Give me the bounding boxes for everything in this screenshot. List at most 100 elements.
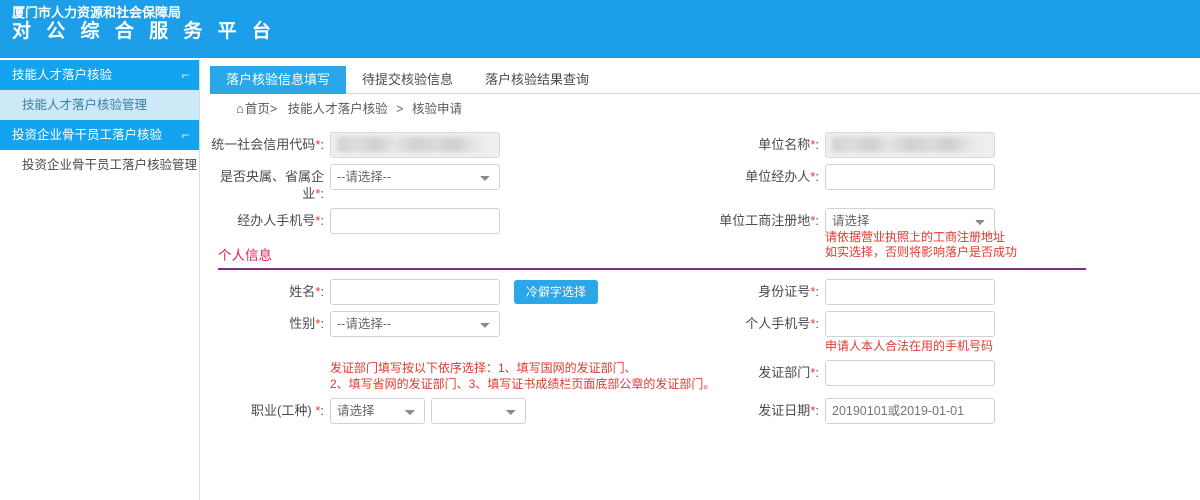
form-row: 性别*: --请选择-- 个人手机号*: 申请人本人合法在用的手机号码 xyxy=(210,311,1200,360)
home-icon: ⌂ xyxy=(236,101,244,116)
field-label: 性别*: xyxy=(210,311,330,332)
field-operator-mobile: 经办人手机号*: xyxy=(210,208,705,240)
field-label: 是否央属、省属企业*: xyxy=(210,164,330,202)
field-control: 冷僻字选择 xyxy=(330,279,705,305)
field-occupation: 职业(工种) *: 请选择 xyxy=(210,398,705,430)
required-mark: * xyxy=(810,403,815,418)
required-mark: * xyxy=(810,169,815,184)
label-text: 单位经办人 xyxy=(745,169,810,184)
label-text: 姓名 xyxy=(289,284,315,299)
field-label: 身份证号*: xyxy=(705,279,825,300)
unit-name-input[interactable] xyxy=(825,132,995,158)
main-content: 落户核验信息填写 待提交核验信息 落户核验结果查询 ⌂首页> 技能人才落户核验 … xyxy=(200,58,1200,500)
required-mark: * xyxy=(315,316,320,331)
section-divider xyxy=(218,268,1086,270)
form-row: 是否央属、省属企业*: --请选择-- 单位经办人*: xyxy=(210,164,1200,208)
field-name: 姓名*: 冷僻字选择 xyxy=(210,279,705,311)
required-mark: * xyxy=(810,137,815,152)
field-unit-name: 单位名称*: xyxy=(705,132,1200,164)
field-gender: 性别*: --请选择-- xyxy=(210,311,705,360)
field-label-spacer xyxy=(210,360,330,381)
label-text: 职业(工种) xyxy=(251,403,315,418)
required-mark: * xyxy=(315,137,320,152)
field-control: --请选择-- xyxy=(330,311,705,337)
breadcrumb-level2[interactable]: 技能人才落户核验 xyxy=(288,102,388,116)
required-mark: * xyxy=(810,213,815,228)
tab-label: 待提交核验信息 xyxy=(362,72,453,87)
label-text: 经办人手机号 xyxy=(237,213,315,228)
sidebar-item-label: 技能人才落户核验管理 xyxy=(22,98,147,112)
field-label: 发证日期*: xyxy=(705,398,825,419)
label-text: 性别 xyxy=(289,316,315,331)
field-unit-credit-code: 统一社会信用代码*: xyxy=(210,132,705,164)
field-control xyxy=(825,132,1200,158)
tab-pending-submission[interactable]: 待提交核验信息 xyxy=(346,66,469,94)
breadcrumb-level3: 核验申请 xyxy=(412,102,462,116)
field-control: 请选择 xyxy=(330,398,705,424)
section-personal-info: 个人信息 xyxy=(210,244,1200,270)
is-central-provincial-select[interactable]: --请选择-- xyxy=(330,164,500,190)
unit-operator-input[interactable] xyxy=(825,164,995,190)
field-control xyxy=(825,360,1200,386)
label-text: 身份证号 xyxy=(758,284,810,299)
breadcrumb-home[interactable]: 首页 xyxy=(245,102,270,116)
name-input[interactable] xyxy=(330,279,500,305)
field-control xyxy=(825,164,1200,190)
field-label: 单位经办人*: xyxy=(705,164,825,185)
sidebar-group-label: 投资企业骨干员工落户核验 xyxy=(12,120,162,150)
field-control xyxy=(825,398,1200,424)
sidebar-group-skilled-talent[interactable]: 技能人才落户核验 ⌐ xyxy=(0,60,199,90)
breadcrumb: ⌂首页> 技能人才落户核验 > 核验申请 xyxy=(210,94,1200,124)
tab-label: 落户核验信息填写 xyxy=(226,72,330,87)
rare-character-select-button[interactable]: 冷僻字选择 xyxy=(514,280,598,304)
required-mark: * xyxy=(315,186,320,201)
issue-dept-instruction-block: 发证部门填写按以下依序选择：1、填写国网的发证部门、 2、填写省网的发证部门、3… xyxy=(210,360,705,398)
tab-result-query[interactable]: 落户核验结果查询 xyxy=(469,66,605,94)
brand-logo: 厦门市人力资源和社会保障局 对 公 综 合 服 务 平 台 xyxy=(12,6,276,41)
occupation-subcategory-select[interactable] xyxy=(431,398,526,424)
tab-fill-verification-info[interactable]: 落户核验信息填写 xyxy=(210,66,346,94)
field-label: 姓名*: xyxy=(210,279,330,300)
personal-mobile-input[interactable] xyxy=(825,311,995,337)
sidebar-group-investment-enterprise[interactable]: 投资企业骨干员工落户核验 ⌐ xyxy=(0,120,199,150)
sidebar-item-skilled-talent-manage[interactable]: 技能人才落户核验管理 xyxy=(0,90,199,120)
field-label: 单位工商注册地*: xyxy=(705,208,825,229)
field-control xyxy=(330,132,705,158)
sidebar-group-label: 技能人才落户核验 xyxy=(12,60,112,90)
brand-org-name: 厦门市人力资源和社会保障局 xyxy=(12,6,276,19)
operator-mobile-input[interactable] xyxy=(330,208,500,234)
field-control xyxy=(825,279,1200,305)
sidebar: 技能人才落户核验 ⌐ 技能人才落户核验管理 投资企业骨干员工落户核验 ⌐ 投资企… xyxy=(0,58,200,500)
label-text: 个人手机号 xyxy=(745,316,810,331)
gender-select[interactable]: --请选择-- xyxy=(330,311,500,337)
label-text: 单位工商注册地 xyxy=(719,213,810,228)
field-label: 个人手机号*: xyxy=(705,311,825,332)
field-control: 请选择 请依据营业执照上的工商注册地址 如实选择，否则将影响落户是否成功 xyxy=(825,208,1200,234)
label-text: 单位名称 xyxy=(758,137,810,152)
tab-bar: 落户核验信息填写 待提交核验信息 落户核验结果查询 xyxy=(210,66,1200,94)
required-mark: * xyxy=(810,284,815,299)
field-control xyxy=(330,208,705,234)
field-control: 发证部门填写按以下依序选择：1、填写国网的发证部门、 2、填写省网的发证部门、3… xyxy=(330,360,705,392)
id-number-input[interactable] xyxy=(825,279,995,305)
field-label: 统一社会信用代码*: xyxy=(210,132,330,153)
sidebar-item-investment-enterprise-manage[interactable]: 投资企业骨干员工落户核验管理 xyxy=(0,150,199,180)
form-row: 职业(工种) *: 请选择 发证日期*: xyxy=(210,398,1200,430)
verification-form: 统一社会信用代码*: 单位名称*: 是否央属、省属企 xyxy=(210,124,1200,430)
field-label: 经办人手机号*: xyxy=(210,208,330,229)
chevron-collapse-icon: ⌐ xyxy=(182,120,190,150)
unit-credit-code-input[interactable] xyxy=(330,132,500,158)
section-title: 个人信息 xyxy=(218,244,1200,264)
tab-label: 落户核验结果查询 xyxy=(485,72,589,87)
brand-platform-name: 对 公 综 合 服 务 平 台 xyxy=(12,22,276,41)
field-unit-operator: 单位经办人*: xyxy=(705,164,1200,208)
field-control: --请选择-- xyxy=(330,164,705,190)
issue-dept-input[interactable] xyxy=(825,360,995,386)
field-label: 职业(工种) *: xyxy=(210,398,330,419)
field-issue-date: 发证日期*: xyxy=(705,398,1200,430)
label-text: 是否央属、省属企业 xyxy=(220,169,324,201)
occupation-category-select[interactable]: 请选择 xyxy=(330,398,425,424)
issue-date-input[interactable] xyxy=(825,398,995,424)
required-mark: * xyxy=(315,284,320,299)
breadcrumb-separator: > xyxy=(396,102,403,116)
